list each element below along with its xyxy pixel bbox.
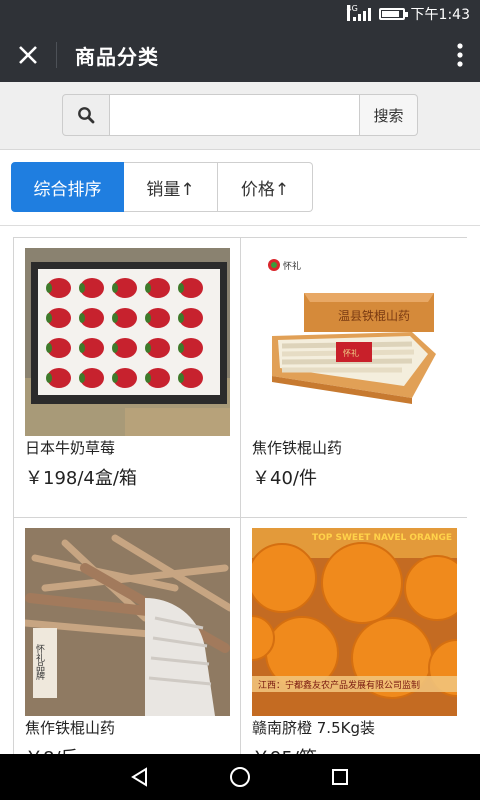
more-menu-button[interactable] — [440, 28, 480, 82]
product-name: 焦作铁棍山药 — [25, 719, 116, 737]
product-card[interactable]: 日本牛奶草莓 ￥198/4盒/箱 — [14, 238, 241, 518]
title-divider — [56, 42, 57, 68]
product-price: ￥198/4盒/箱 — [25, 468, 137, 489]
battery-level — [381, 11, 399, 17]
search-icon — [78, 107, 95, 124]
close-icon — [19, 46, 37, 64]
page-title: 商品分类 — [75, 44, 159, 69]
battery-icon — [378, 8, 408, 20]
close-button[interactable] — [0, 28, 56, 82]
product-name: 焦作铁棍山药 — [252, 439, 343, 457]
sort-tabs: 综合排序 销量↑ 价格↑ — [11, 162, 313, 212]
sort-section: 综合排序 销量↑ 价格↑ — [0, 150, 480, 226]
recents-button[interactable] — [320, 757, 360, 797]
box-caption-text: 江西：宁都鑫友农产品发展有限公司监制 — [258, 679, 420, 691]
search-input[interactable] — [110, 94, 360, 136]
system-nav-bar — [0, 754, 480, 800]
product-name: 日本牛奶草莓 — [25, 439, 116, 457]
product-image-strawberry — [25, 248, 230, 436]
box-label-text: 温县铁棍山药 — [338, 309, 410, 323]
signal-icon: 4G — [346, 5, 373, 23]
product-image-navel-orange: TOP SWEET NAVEL ORANGE 江西：宁都鑫友农产品发展有限公司监… — [252, 528, 457, 716]
more-vertical-icon — [457, 43, 463, 67]
clock: 下午1:43 — [410, 7, 470, 23]
home-circle-icon — [230, 767, 250, 787]
search-section: 搜索 — [0, 82, 480, 150]
product-image-yam-harvest: 怀礼品牌 — [25, 528, 230, 716]
status-bar: 4G 下午1:43 — [0, 0, 480, 28]
back-button[interactable] — [120, 757, 160, 797]
product-name: 赣南脐橙 7.5Kg装 — [252, 719, 375, 737]
product-grid: 日本牛奶草莓 ￥198/4盒/箱 怀礼 温县铁棍山药 怀礼 焦作铁棍山药 ￥40… — [13, 237, 467, 754]
app-bar: 商品分类 — [0, 28, 480, 82]
search-bar: 搜索 — [62, 94, 418, 136]
product-price: ￥8/斤 — [25, 744, 79, 754]
network-label: 4G — [346, 5, 358, 21]
box-seal-text: 怀礼 — [343, 348, 359, 358]
sort-tab-comprehensive[interactable]: 综合排序 — [11, 162, 124, 212]
sort-tab-sales[interactable]: 销量↑ — [124, 162, 218, 212]
box-top-text: TOP SWEET NAVEL ORANGE — [312, 533, 452, 543]
product-price: ￥40/件 — [252, 468, 317, 489]
home-button[interactable] — [220, 757, 260, 797]
back-triangle-icon — [131, 767, 147, 787]
product-image-yam-giftbox: 怀礼 温县铁棍山药 怀礼 — [252, 248, 457, 436]
seal-text: 怀礼品牌 — [34, 643, 45, 681]
product-card[interactable]: 怀礼品牌 焦作铁棍山药 ￥8/斤 — [14, 518, 241, 754]
recents-square-icon — [332, 769, 348, 785]
search-icon-addon — [62, 94, 110, 136]
search-button[interactable]: 搜索 — [360, 94, 418, 136]
sort-tab-price[interactable]: 价格↑ — [218, 162, 313, 212]
product-price: ￥95/箱 — [252, 744, 317, 754]
product-card[interactable]: 怀礼 温县铁棍山药 怀礼 焦作铁棍山药 ￥40/件 — [241, 238, 467, 518]
brand-logo-text: 怀礼 — [283, 260, 301, 272]
product-card[interactable]: TOP SWEET NAVEL ORANGE 江西：宁都鑫友农产品发展有限公司监… — [241, 518, 467, 754]
